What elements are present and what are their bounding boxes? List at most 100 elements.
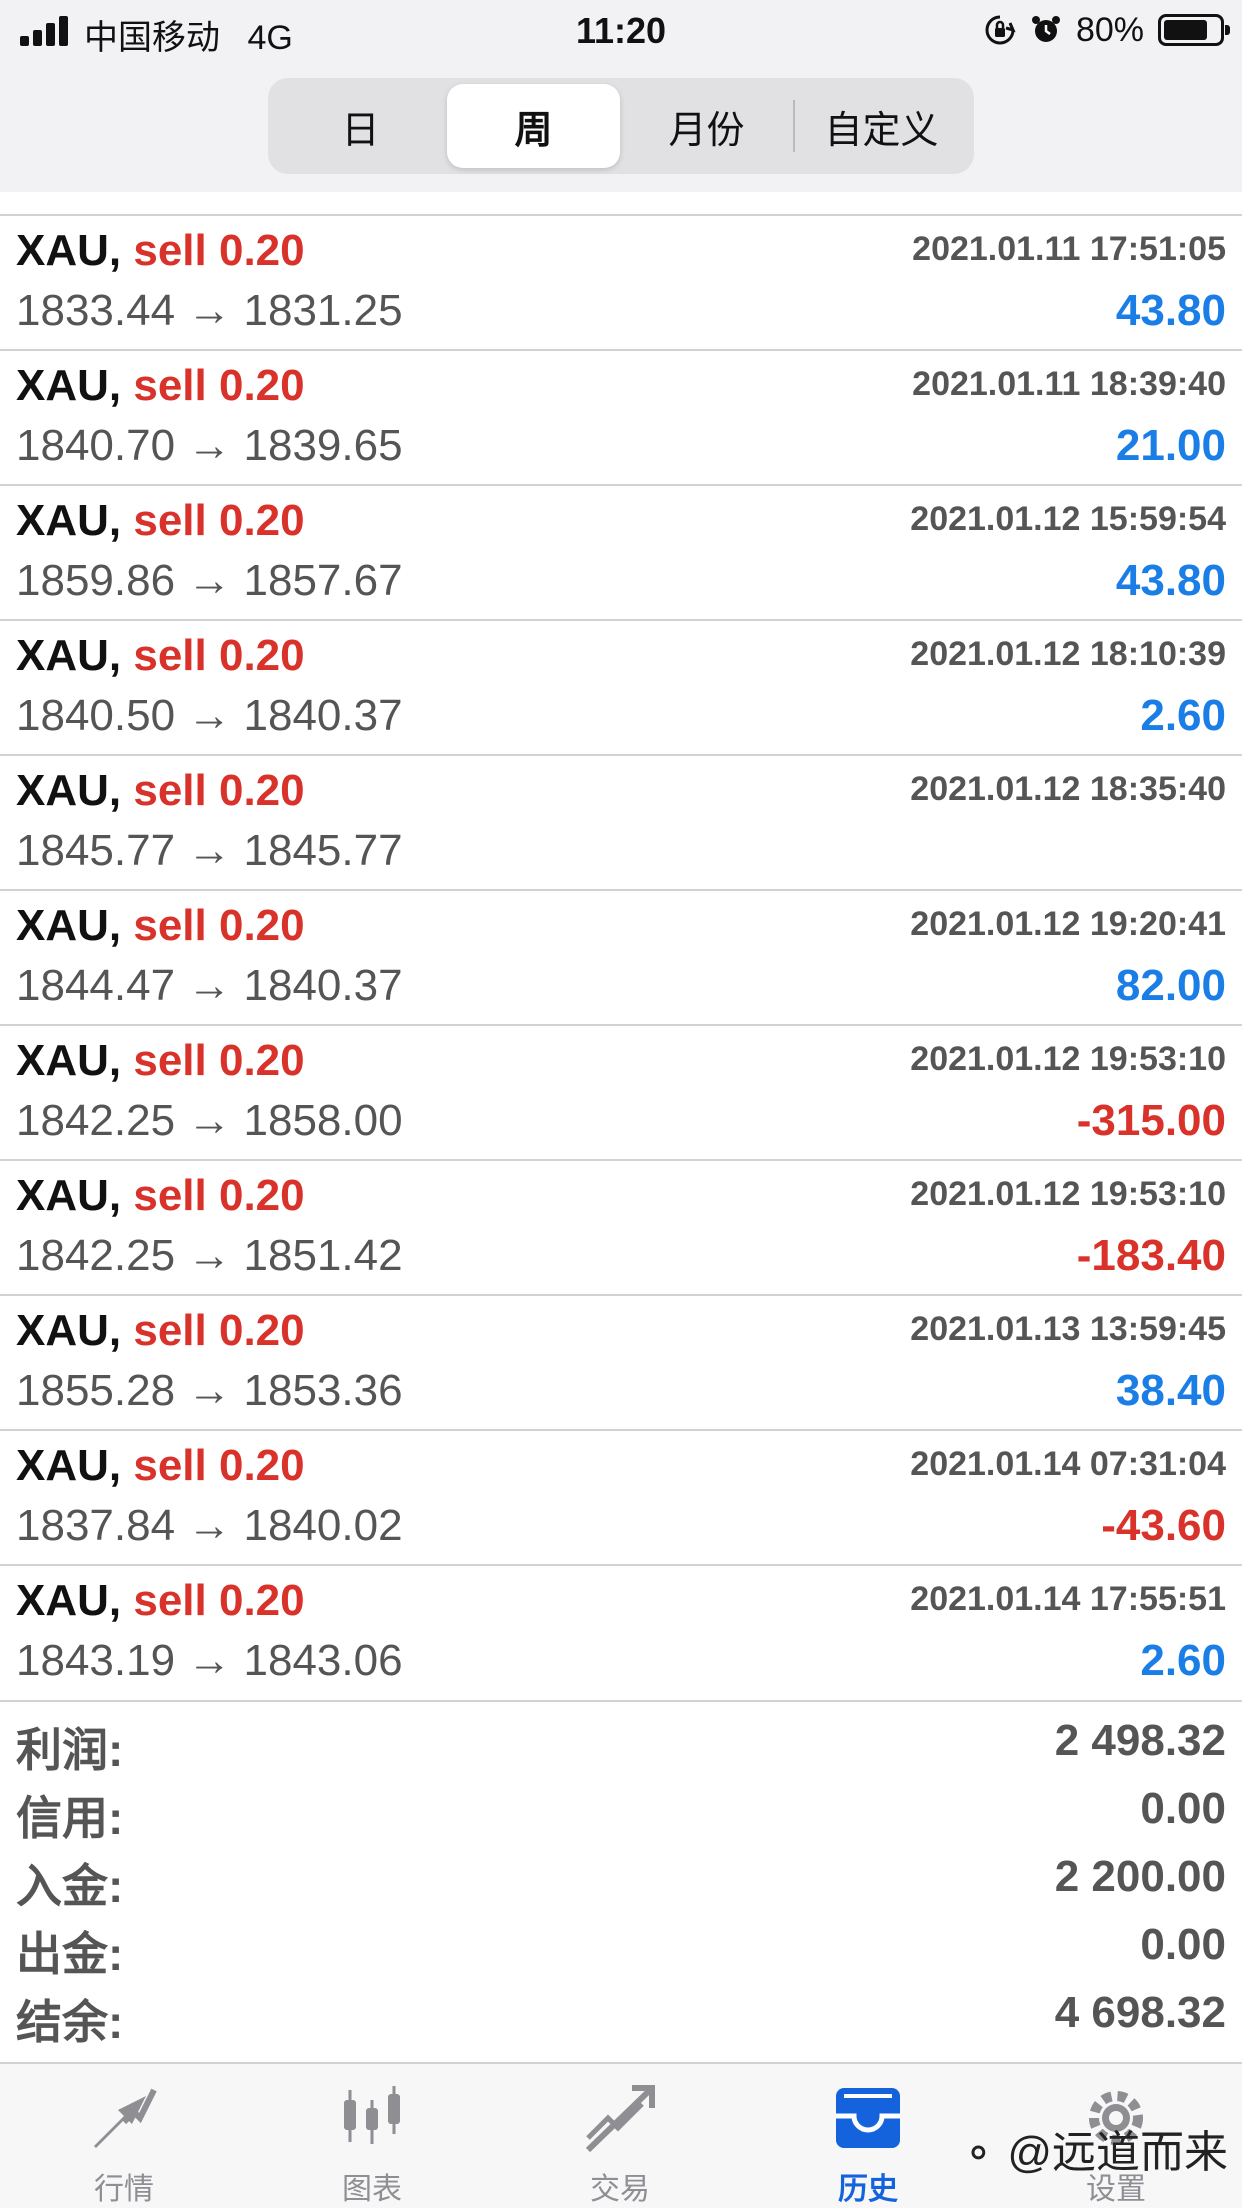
- deal-row[interactable]: XAU, sell 0.20 2021.01.14 17:55:51 1843.19…: [0, 1564, 1242, 1699]
- deal-type-volume: sell 0.20: [133, 1306, 305, 1355]
- bottom-tab-bar: 行情 图表 交易 历史 设置 ⚬ @远道而来: [0, 2062, 1242, 2208]
- deal-row[interactable]: XAU, sell 0.20 2021.01.12 19:53:10 1842.25…: [0, 1024, 1242, 1159]
- deal-row[interactable]: XAU, sell 0.20 2021.01.12 19:53:10 1842.25…: [0, 1159, 1242, 1294]
- deal-symbol-line: XAU, sell 0.20: [16, 631, 305, 681]
- tab-quotes-label: 行情: [94, 2173, 154, 2206]
- summary-value: 0.00: [1140, 1920, 1226, 1969]
- summary-label: 信用:: [16, 1792, 124, 1844]
- deal-symbol: XAU,: [16, 1306, 122, 1355]
- battery-percentage: 80%: [1075, 10, 1144, 49]
- deal-symbol-line: XAU, sell 0.20: [16, 226, 305, 276]
- deal-time: 2021.01.12 18:10:39: [910, 635, 1226, 673]
- deal-row[interactable]: XAU, sell 0.20 2021.01.11 18:39:40 1840.70…: [0, 349, 1242, 484]
- deal-type-volume: sell 0.20: [133, 901, 305, 950]
- tab-chart[interactable]: 图表: [248, 2064, 496, 2208]
- deal-profit: 38.40: [1115, 1366, 1226, 1415]
- deal-symbol-line: XAU, sell 0.20: [16, 1441, 305, 1491]
- summary-row: 结余: 4 698.32: [0, 1982, 1242, 2048]
- deal-profit: 43.80: [1115, 556, 1226, 605]
- deal-symbol: XAU,: [16, 1576, 122, 1625]
- deal-symbol: XAU,: [16, 496, 122, 545]
- weibo-logo-icon: ⚬: [961, 2132, 996, 2176]
- orientation-lock-icon: [985, 15, 1016, 45]
- deal-row[interactable]: XAU, sell 0.20 2021.01.12 18:35:40 1845.77…: [0, 754, 1242, 889]
- status-right: 80%: [984, 10, 1230, 50]
- deal-type-volume: sell 0.20: [133, 631, 305, 680]
- deal-history-list[interactable]: XAU, sell 0.20 2021.01.11 17:51:05 1833.44…: [0, 192, 1242, 1700]
- deal-type-volume: sell 0.20: [133, 496, 305, 545]
- tab-chart-label: 图表: [342, 2173, 402, 2206]
- status-bar: 中国移动 4G 11:20 80%: [0, 0, 1242, 64]
- period-tab-day[interactable]: 日: [274, 84, 447, 168]
- deal-type-volume: sell 0.20: [133, 226, 305, 275]
- deal-symbol: XAU,: [16, 631, 122, 680]
- deal-type-volume: sell 0.20: [133, 766, 305, 815]
- deal-prices: 1843.19 → 1843.06: [16, 1636, 403, 1685]
- deal-type-volume: sell 0.20: [133, 1171, 305, 1220]
- alarm-icon: [1031, 16, 1060, 42]
- period-segmented-control: 日 周 月份 自定义: [268, 78, 974, 174]
- deal-row[interactable]: XAU, sell 0.20 2021.01.12 15:59:54 1859.86…: [0, 484, 1242, 619]
- deal-time: 2021.01.14 07:31:04: [910, 1445, 1226, 1483]
- tab-history-label: 历史: [838, 2173, 898, 2206]
- summary-row: 出金: 0.00: [0, 1914, 1242, 1980]
- deal-row[interactable]: XAU, sell 0.20 2021.01.13 13:59:45 1855.28…: [0, 1294, 1242, 1429]
- account-summary: 利润: 2 498.32 信用: 0.00 入金: 2 200.00 出金: 0.00 结余: 4…: [0, 1700, 1242, 2060]
- summary-value: 2 498.32: [1054, 1716, 1226, 1765]
- period-tab-month[interactable]: 月份: [620, 84, 793, 168]
- period-tab-week[interactable]: 周: [447, 84, 620, 168]
- tab-history[interactable]: 历史: [744, 2064, 992, 2208]
- summary-value: 4 698.32: [1054, 1988, 1226, 2037]
- deal-profit: -43.60: [1101, 1501, 1226, 1550]
- deal-row[interactable]: XAU, sell 0.20 2021.01.12 18:10:39 1840.50…: [0, 619, 1242, 754]
- tab-quotes[interactable]: 行情: [0, 2064, 248, 2208]
- deal-symbol-line: XAU, sell 0.20: [16, 766, 305, 816]
- deal-type-volume: sell 0.20: [133, 1576, 305, 1625]
- deal-row-partial: [0, 192, 1242, 208]
- period-tab-custom[interactable]: 自定义: [795, 84, 968, 168]
- deal-time: 2021.01.12 19:20:41: [910, 905, 1226, 943]
- tab-trade-label: 交易: [590, 2173, 650, 2206]
- deal-time: 2021.01.11 17:51:05: [912, 230, 1226, 268]
- summary-label: 入金:: [16, 1860, 124, 1912]
- chart-icon: [344, 2086, 400, 2144]
- deal-prices: 1840.50 → 1840.37: [16, 691, 403, 740]
- deal-profit: 82.00: [1115, 961, 1226, 1010]
- deal-symbol-line: XAU, sell 0.20: [16, 1171, 305, 1221]
- deal-row[interactable]: XAU, sell 0.20 2021.01.11 17:51:05 1833.44…: [0, 214, 1242, 349]
- deal-row[interactable]: XAU, sell 0.20 2021.01.14 07:31:04 1837.84…: [0, 1429, 1242, 1564]
- deal-symbol-line: XAU, sell 0.20: [16, 1036, 305, 1086]
- deal-type-volume: sell 0.20: [133, 1441, 305, 1490]
- deal-symbol-line: XAU, sell 0.20: [16, 1576, 305, 1626]
- summary-row: 利润: 2 498.32: [0, 1710, 1242, 1776]
- deal-symbol-line: XAU, sell 0.20: [16, 1306, 305, 1356]
- deal-time: 2021.01.14 17:55:51: [910, 1580, 1226, 1618]
- tab-trade[interactable]: 交易: [496, 2064, 744, 2208]
- battery-level: [1164, 20, 1208, 40]
- deal-prices: 1833.44 → 1831.25: [16, 286, 403, 335]
- deal-row[interactable]: XAU, sell 0.20 2021.01.12 19:20:41 1844.47…: [0, 889, 1242, 1024]
- deal-symbol: XAU,: [16, 1441, 122, 1490]
- deal-profit: 43.80: [1115, 286, 1226, 335]
- deal-prices: 1840.70 → 1839.65: [16, 421, 403, 470]
- deal-profit: 2.60: [1140, 1636, 1226, 1685]
- summary-value: 0.00: [1140, 1784, 1226, 1833]
- battery-icon: [1158, 14, 1230, 46]
- deal-prices: 1855.28 → 1853.36: [16, 1366, 403, 1415]
- deal-symbol: XAU,: [16, 361, 122, 410]
- deal-profit: -183.40: [1076, 1231, 1226, 1280]
- deal-symbol: XAU,: [16, 766, 122, 815]
- deal-time: 2021.01.11 18:39:40: [912, 365, 1226, 403]
- summary-label: 出金:: [16, 1928, 124, 1980]
- deal-time: 2021.01.12 19:53:10: [910, 1040, 1226, 1078]
- summary-row: 信用: 0.00: [0, 1778, 1242, 1844]
- deal-symbol: XAU,: [16, 901, 122, 950]
- deal-type-volume: sell 0.20: [133, 361, 305, 410]
- deal-prices: 1859.86 → 1857.67: [16, 556, 403, 605]
- deal-symbol: XAU,: [16, 1036, 122, 1085]
- history-icon: [836, 2088, 900, 2148]
- deal-prices: 1844.47 → 1840.37: [16, 961, 403, 1010]
- deal-symbol: XAU,: [16, 226, 122, 275]
- deal-prices: 1842.25 → 1858.00: [16, 1096, 403, 1145]
- watermark-text: @远道而来: [1007, 2128, 1228, 2177]
